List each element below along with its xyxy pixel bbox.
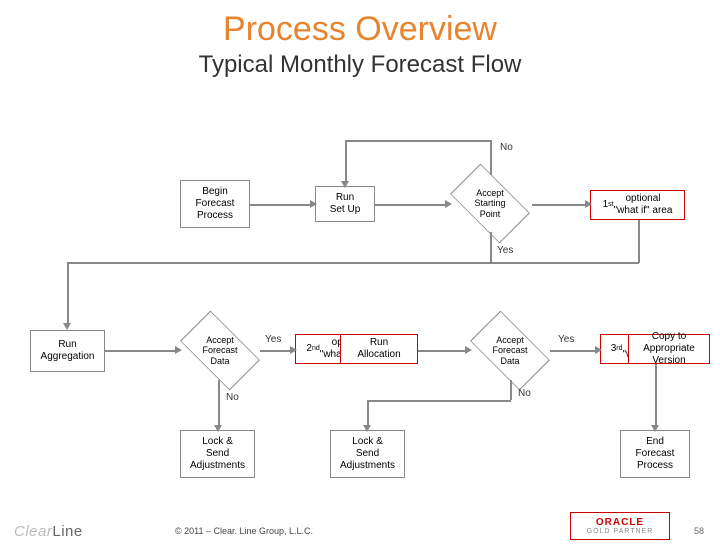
node-whatif-3b: Copy toAppropriateVersion [628, 334, 710, 364]
flow-canvas: BeginForecastProcess RunSet Up AcceptSta… [0, 120, 720, 520]
logo-clearline: ClearLine [14, 523, 83, 540]
logo-oracle-partner: ORACLE GOLD PARTNER [570, 512, 670, 540]
node-accept-forecast-1-label: AcceptForecastData [185, 323, 255, 378]
page-title: Process Overview [0, 10, 720, 49]
node-run-aggregation: RunAggregation [30, 330, 105, 372]
node-accept-starting-point: AcceptStartingPoint [455, 176, 525, 231]
logo-clearline-a: Clear [14, 523, 52, 540]
node-accept-forecast-2: AcceptForecastData [475, 323, 545, 378]
label-no-3: No [518, 388, 531, 399]
node-lock-1: Lock &SendAdjustments [180, 430, 255, 478]
node-begin: BeginForecastProcess [180, 180, 250, 228]
node-whatif-1: 1st optional"what if" area [590, 190, 685, 220]
node-run-setup: RunSet Up [315, 186, 375, 222]
logo-partner-text: GOLD PARTNER [587, 528, 654, 535]
node-end: EndForecastProcess [620, 430, 690, 478]
label-yes-3: Yes [558, 334, 574, 345]
page-subtitle: Typical Monthly Forecast Flow [0, 51, 720, 79]
node-whatif-2b: RunAllocation [340, 334, 418, 364]
node-accept-starting-point-label: AcceptStartingPoint [455, 176, 525, 231]
label-no-1: No [500, 142, 513, 153]
page-number: 58 [694, 526, 704, 536]
copyright-footer: © 2011 – Clear. Line Group, L.L.C. [175, 526, 313, 536]
node-accept-forecast-1: AcceptForecastData [185, 323, 255, 378]
label-no-2: No [226, 392, 239, 403]
label-yes-2: Yes [265, 334, 281, 345]
node-lock-2: Lock &SendAdjustments [330, 430, 405, 478]
logo-clearline-b: Line [52, 523, 82, 540]
node-accept-forecast-2-label: AcceptForecastData [475, 323, 545, 378]
label-yes-1: Yes [497, 245, 513, 256]
logo-oracle-text: ORACLE [596, 517, 644, 528]
